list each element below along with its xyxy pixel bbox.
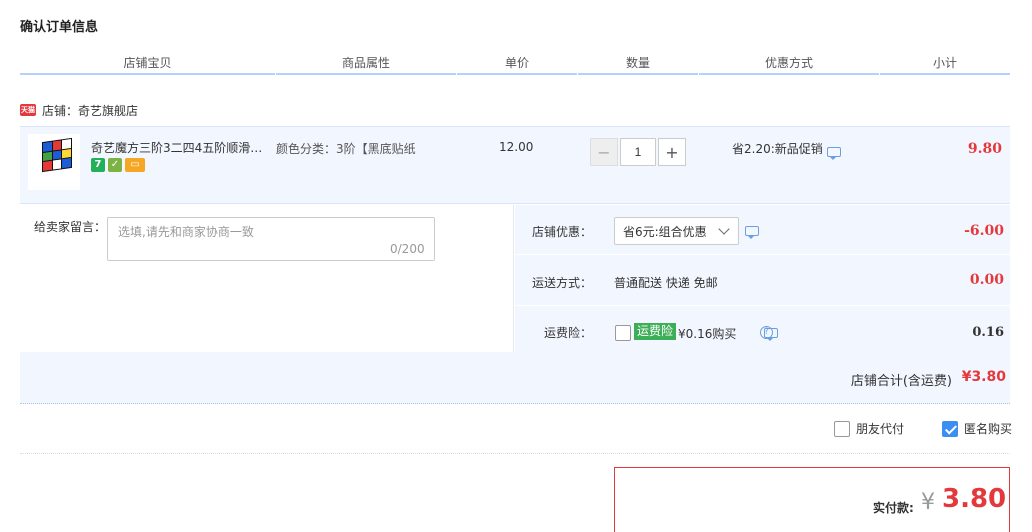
- message-placeholder: 选填,请先和商家协商一致: [118, 225, 254, 239]
- coupon-select[interactable]: 省6元:组合优惠: [614, 217, 739, 245]
- insurance-tag: 运费险: [634, 323, 677, 340]
- coupon-selected-value: 省6元:组合优惠: [623, 224, 707, 239]
- shipping-method: 普通配送 快递 免邮: [614, 276, 718, 290]
- divider: [20, 453, 1010, 454]
- message-char-count: 0/200: [390, 242, 425, 256]
- friend-pay-label: 朋友代付: [856, 422, 905, 436]
- guarantee-icon[interactable]: ✓: [108, 158, 122, 172]
- friend-pay-checkbox[interactable]: [834, 420, 850, 437]
- insurance-checkbox[interactable]: [615, 325, 631, 341]
- rubiks-cube-image: [42, 137, 72, 173]
- col-header-price: 单价: [457, 55, 577, 75]
- item-row: [20, 126, 1010, 204]
- shop-discount-value: -6.00: [964, 223, 1004, 239]
- tmall-badge-icon: 天猫: [20, 104, 36, 116]
- col-header-item: 店铺宝贝: [20, 55, 275, 75]
- friend-pay-option[interactable]: 朋友代付: [834, 420, 904, 437]
- insurance-price: ¥0.16购买: [678, 327, 737, 341]
- qty-plus-button[interactable]: +: [658, 138, 686, 166]
- qty-minus-button[interactable]: −: [590, 138, 618, 166]
- help-icon[interactable]: ?: [760, 326, 773, 339]
- item-subtotal: 9.80: [967, 141, 1002, 157]
- payment-label: 实付款:: [873, 501, 914, 515]
- anonymous-option[interactable]: 匿名购买: [942, 420, 1012, 437]
- quantity-stepper: − +: [590, 138, 686, 166]
- col-header-promo: 优惠方式: [699, 55, 879, 75]
- chat-icon[interactable]: [745, 226, 759, 239]
- payment-currency: ¥: [921, 490, 935, 515]
- anonymous-checkbox[interactable]: [942, 420, 958, 437]
- promo-info: 省2.20:新品促销: [732, 140, 841, 160]
- chevron-down-icon: [718, 223, 730, 235]
- anonymous-label: 匿名购买: [964, 422, 1013, 436]
- insurance-value: 0.16: [972, 325, 1004, 340]
- shop-row: 天猫 店铺：奇艺旗舰店: [20, 100, 138, 120]
- item-badges: 7 ✓ ▭: [91, 158, 145, 172]
- qty-input[interactable]: [620, 138, 656, 166]
- page-title: 确认订单信息: [20, 20, 99, 35]
- col-header-qty: 数量: [578, 55, 698, 75]
- product-thumbnail[interactable]: [28, 134, 80, 190]
- shipping-value: 0.00: [969, 272, 1004, 288]
- unit-price: 12.00: [499, 140, 534, 154]
- shop-total-value: ¥3.80: [961, 369, 1006, 385]
- col-header-subtotal: 小计: [880, 55, 1010, 75]
- chat-icon[interactable]: [826, 146, 841, 160]
- shop-total-label: 店铺合计(含运费): [850, 374, 952, 389]
- message-label: 给卖家留言：: [34, 220, 107, 234]
- promo-text: 省2.20:新品促销: [732, 142, 823, 156]
- divider: [515, 254, 1010, 255]
- insurance-label: 运费险：: [543, 326, 592, 340]
- shop-name[interactable]: 店铺：奇艺旗舰店: [42, 102, 138, 119]
- payment-amount: 3.80: [942, 484, 1007, 514]
- item-name-link[interactable]: 奇艺魔方三阶3二四4五阶顺滑…: [91, 139, 266, 156]
- card-payment-icon[interactable]: ▭: [125, 158, 145, 172]
- divider: [515, 305, 1010, 306]
- col-header-attr: 商品属性: [276, 55, 456, 75]
- shipping-label: 运送方式：: [531, 276, 592, 290]
- shop-discount-label: 店铺优惠：: [531, 225, 592, 239]
- item-attr: 颜色分类：3阶【黑底贴纸: [276, 142, 416, 156]
- seven-day-return-icon[interactable]: 7: [91, 158, 105, 172]
